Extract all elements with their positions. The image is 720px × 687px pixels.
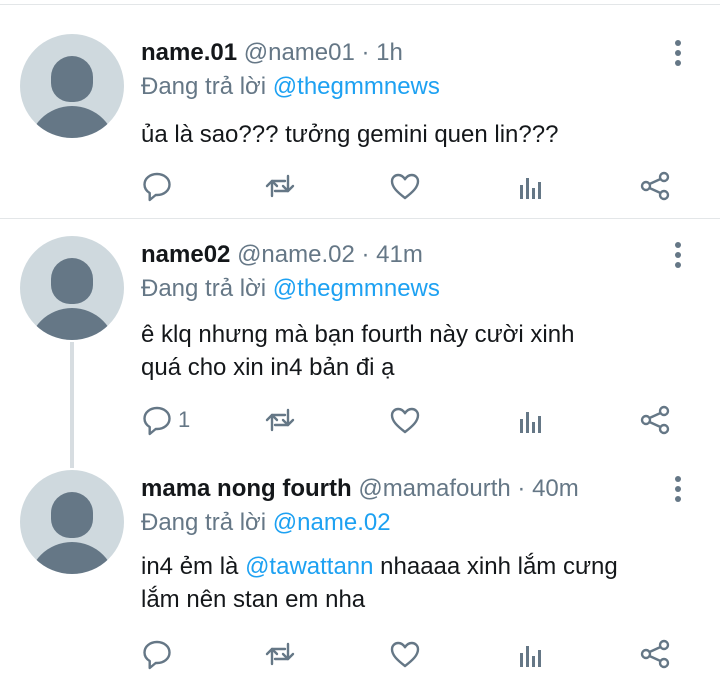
more-options-icon[interactable] xyxy=(666,241,690,271)
tweet[interactable]: mama nong fourth @mamafourth · 40m Đang … xyxy=(0,458,720,687)
top-divider xyxy=(0,4,720,5)
tweet-text-segment: in4 ẻm là xyxy=(141,553,246,580)
avatar-head-shape xyxy=(51,258,93,304)
retweet-icon[interactable] xyxy=(263,169,297,203)
like-icon[interactable] xyxy=(388,169,422,203)
analytics-icon[interactable] xyxy=(514,637,548,671)
tweet-text-line: ê klq nhưng mà bạn fourth này cười xinh xyxy=(141,321,575,348)
more-options-icon[interactable] xyxy=(666,39,690,69)
reply-to-mention[interactable]: @thegmmnews xyxy=(273,73,440,100)
tweet-header: name02 @name.02 · 41m xyxy=(141,240,423,270)
reply-to-mention[interactable]: @thegmmnews xyxy=(273,275,440,302)
user-handle[interactable]: @name.02 xyxy=(237,241,355,268)
avatar-head-shape xyxy=(51,56,93,102)
mention-link[interactable]: @tawattann xyxy=(245,553,373,580)
reply-prefix: Đang trả lời xyxy=(141,275,267,302)
tweet-text-line: quá cho xin in4 bản đi ạ xyxy=(141,354,395,381)
reply-icon[interactable] xyxy=(140,169,174,203)
avatar[interactable] xyxy=(20,34,124,138)
share-icon[interactable] xyxy=(638,169,672,203)
avatar-body-shape xyxy=(28,308,116,340)
reply-count: 1 xyxy=(178,407,191,432)
like-icon[interactable] xyxy=(388,403,422,437)
tweet[interactable]: name.01 @name01 · 1h Đang trả lời @thegm… xyxy=(0,6,720,218)
avatar-body-shape xyxy=(28,106,116,138)
tweet[interactable]: name02 @name.02 · 41m Đang trả lời @theg… xyxy=(0,220,720,458)
tweet-text: ủa là sao??? tưởng gemini quen lin??? xyxy=(141,121,559,148)
tweet-text-line: in4 ẻm là @tawattann nhaaaa xinh lắm cưn… xyxy=(141,550,701,583)
reply-context: Đang trả lời @thegmmnews xyxy=(141,274,440,304)
tweet-header: name.01 @name01 · 1h xyxy=(141,38,403,68)
reply-prefix: Đang trả lời xyxy=(141,509,267,536)
reply-icon[interactable] xyxy=(140,403,174,437)
tweet-divider xyxy=(0,218,720,219)
share-icon[interactable] xyxy=(638,403,672,437)
like-icon[interactable] xyxy=(388,637,422,671)
thread-connector xyxy=(70,342,74,468)
display-name[interactable]: name.01 xyxy=(141,39,237,66)
timestamp[interactable]: · 41m xyxy=(362,241,423,268)
avatar-head-shape xyxy=(51,492,93,538)
analytics-icon[interactable] xyxy=(514,169,548,203)
reply-context: Đang trả lời @name.02 xyxy=(141,508,391,538)
reply-icon[interactable] xyxy=(140,637,174,671)
reply-context: Đang trả lời @thegmmnews xyxy=(141,72,440,102)
share-icon[interactable] xyxy=(638,637,672,671)
retweet-icon[interactable] xyxy=(263,403,297,437)
tweet-header: mama nong fourth @mamafourth · 40m xyxy=(141,474,579,504)
tweet-text: ê klq nhưng mà bạn fourth này cười xinh … xyxy=(141,318,701,384)
timestamp[interactable]: · 40m xyxy=(517,475,578,502)
timestamp[interactable]: · 1h xyxy=(362,39,403,66)
avatar[interactable] xyxy=(20,236,124,340)
reply-to-mention[interactable]: @name.02 xyxy=(273,509,391,536)
avatar-body-shape xyxy=(28,542,116,574)
display-name[interactable]: name02 xyxy=(141,241,230,268)
tweet-text-line: lắm nên stan em nha xyxy=(141,586,366,613)
more-options-icon[interactable] xyxy=(666,475,690,505)
analytics-icon[interactable] xyxy=(514,403,548,437)
avatar[interactable] xyxy=(20,470,124,574)
user-handle[interactable]: @name01 xyxy=(244,39,355,66)
reply-prefix: Đang trả lời xyxy=(141,73,267,100)
tweet-text-segment: nhaaaa xinh lắm cưng xyxy=(373,553,618,580)
tweet-text: in4 ẻm là @tawattann nhaaaa xinh lắm cưn… xyxy=(141,550,701,616)
user-handle[interactable]: @mamafourth xyxy=(358,475,510,502)
retweet-icon[interactable] xyxy=(263,637,297,671)
display-name[interactable]: mama nong fourth xyxy=(141,475,352,502)
